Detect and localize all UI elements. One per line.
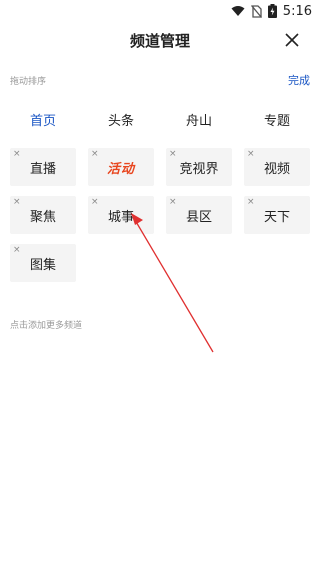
channel-video[interactable]: × 视频 [244, 148, 310, 186]
battery-charging-icon [267, 4, 277, 18]
delete-icon[interactable]: × [91, 149, 99, 159]
channel-live[interactable]: × 直播 [10, 148, 76, 186]
channel-label: 聚焦 [29, 209, 56, 225]
delete-icon[interactable]: × [13, 245, 21, 255]
channel-label: 头条 [107, 113, 134, 129]
channel-label: 县区 [185, 209, 212, 225]
channel-label: 视频 [263, 161, 290, 177]
delete-icon[interactable]: × [13, 197, 21, 207]
channel-events[interactable]: × 活动 [88, 148, 154, 186]
channel-label: 直播 [29, 161, 56, 177]
close-icon [285, 33, 299, 47]
close-button[interactable] [282, 30, 302, 50]
status-bar: 5:16 [0, 0, 320, 22]
channel-world[interactable]: × 天下 [244, 196, 310, 234]
wifi-icon [231, 6, 245, 16]
channel-focus[interactable]: × 聚焦 [10, 196, 76, 234]
channel-label: 专题 [263, 113, 290, 129]
channel-jingshijie[interactable]: × 竞视界 [166, 148, 232, 186]
page-title: 频道管理 [129, 32, 190, 50]
channel-label: 天下 [263, 209, 290, 225]
channel-counties[interactable]: × 县区 [166, 196, 232, 234]
done-button[interactable]: 完成 [288, 72, 310, 88]
delete-icon[interactable]: × [13, 149, 21, 159]
no-sim-icon [250, 4, 262, 18]
channel-headlines[interactable]: 头条 [88, 100, 154, 138]
channel-city-affairs[interactable]: × 城事 [88, 196, 154, 234]
drag-sort-hint: 拖动排序 [10, 77, 47, 87]
channel-label: 竞视界 [179, 161, 219, 177]
header: 频道管理 [0, 22, 320, 60]
my-channels-header: 拖动排序 完成 [10, 68, 310, 88]
events-logo: 活动 [106, 161, 135, 177]
delete-icon[interactable]: × [247, 197, 255, 207]
delete-icon[interactable]: × [91, 197, 99, 207]
channel-label: 首页 [29, 113, 56, 129]
add-more-channels-hint: 点击添加更多频道 [10, 321, 83, 331]
channel-special[interactable]: 专题 [244, 100, 310, 138]
channel-label: 图集 [29, 257, 56, 273]
status-time: 5:16 [282, 3, 312, 19]
delete-icon[interactable]: × [169, 149, 177, 159]
channel-label: 城事 [107, 209, 134, 225]
delete-icon[interactable]: × [169, 197, 177, 207]
channel-zhoushan[interactable]: 舟山 [166, 100, 232, 138]
channel-home[interactable]: 首页 [10, 100, 76, 138]
channel-gallery[interactable]: × 图集 [10, 244, 76, 282]
delete-icon[interactable]: × [247, 149, 255, 159]
channel-label: 舟山 [185, 113, 212, 129]
